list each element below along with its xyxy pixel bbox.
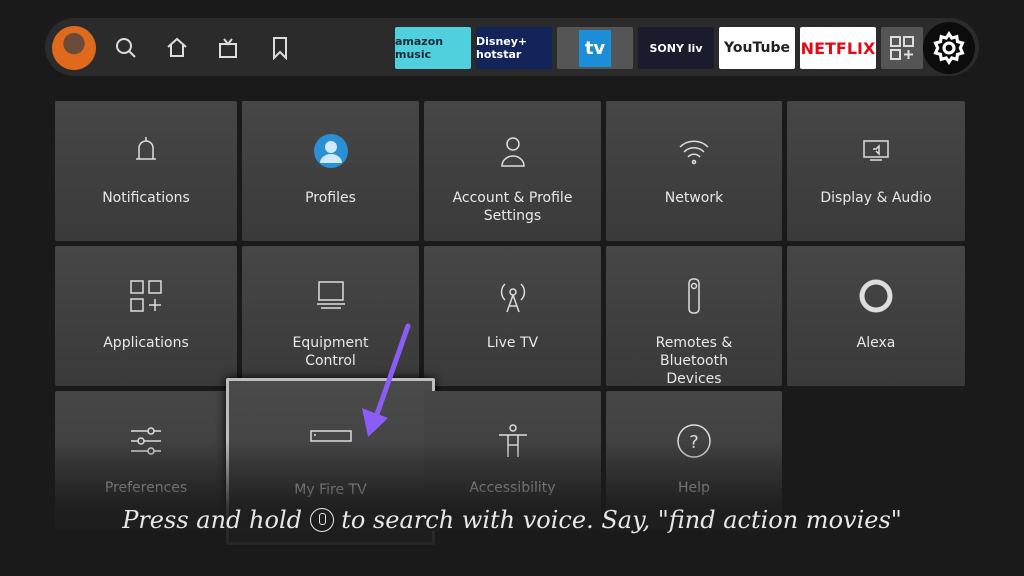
annotation-arrow [362,323,411,437]
